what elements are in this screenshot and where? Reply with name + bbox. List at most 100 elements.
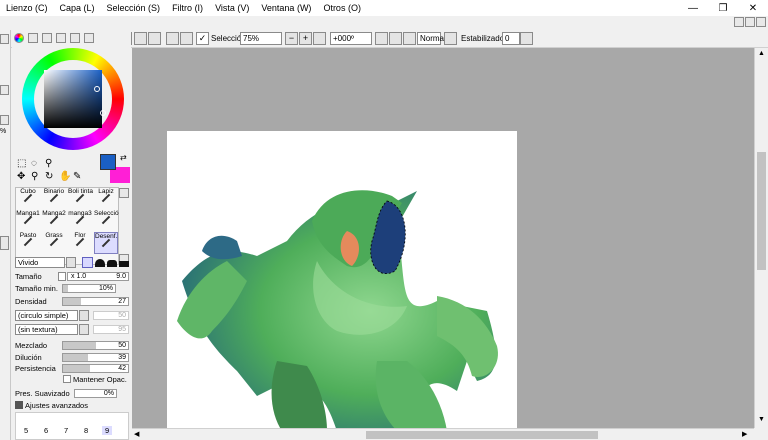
rotate-right-button[interactable] <box>389 32 402 45</box>
brush-boli-tinta[interactable]: Boli tinta <box>68 188 93 210</box>
brush-shape-round-icon[interactable] <box>95 259 105 267</box>
brush-desenf[interactable]: Desenf. <box>94 232 118 254</box>
menu-ventana[interactable]: Ventana (W) <box>255 3 317 13</box>
flip-button[interactable] <box>444 32 457 45</box>
doc-close-icon[interactable] <box>756 17 766 27</box>
vertical-scrollbar[interactable]: ▲ ▼ <box>754 48 768 428</box>
rgb-slider-tab-icon[interactable] <box>28 33 38 43</box>
rotate-tool-icon[interactable]: ↻ <box>45 171 53 182</box>
density-slider[interactable]: 27 <box>62 297 129 306</box>
swatches-tab-icon[interactable] <box>56 33 66 43</box>
size-preset[interactable]: 8 <box>84 426 88 435</box>
min-size-slider[interactable]: 10% <box>62 284 116 293</box>
eyedropper-icon[interactable]: ✎ <box>73 171 81 182</box>
menu-vista[interactable]: Vista (V) <box>209 3 255 13</box>
scroll-down-icon[interactable]: ▼ <box>757 416 766 424</box>
size-preset[interactable]: 5 <box>24 426 28 435</box>
texture-dropdown-icon[interactable] <box>79 324 89 335</box>
shape-strength-slider[interactable]: 50 <box>93 311 129 320</box>
keep-opacity-checkbox[interactable] <box>63 375 71 383</box>
menu-filtro[interactable]: Filtro (I) <box>166 3 209 13</box>
rotate-reset-button[interactable] <box>403 32 416 45</box>
lasso-icon[interactable]: ◌ <box>31 158 37 169</box>
texture-select[interactable]: (sin textura) <box>15 324 78 335</box>
blend-mode-dropdown-icon[interactable] <box>66 257 76 268</box>
brush-binario[interactable]: Binario <box>42 188 66 210</box>
doc-restore-icon[interactable] <box>745 17 755 27</box>
scroll-up-icon[interactable]: ▲ <box>757 50 766 58</box>
canvas-paper[interactable] <box>167 131 517 431</box>
move-icon[interactable]: ✥ <box>17 171 25 182</box>
brush-cubo[interactable]: Cubo <box>16 188 40 210</box>
hand-tool-icon[interactable]: ✋ <box>59 171 71 182</box>
zoom-field[interactable]: 75% <box>240 32 282 45</box>
color-wheel-tab-icon[interactable] <box>14 33 24 43</box>
brush-pasto[interactable]: Pasto <box>16 232 40 254</box>
canvas-area[interactable] <box>132 48 754 431</box>
brush-grid-scroll-up-icon[interactable] <box>119 188 129 198</box>
vertical-scroll-thumb[interactable] <box>757 152 766 270</box>
menu-otros[interactable]: Otros (O) <box>317 3 367 13</box>
dilution-slider[interactable]: 39 <box>62 353 129 362</box>
zoom-reset-button[interactable] <box>313 32 326 45</box>
doc-minimize-icon[interactable] <box>734 17 744 27</box>
blending-slider[interactable]: 50 <box>62 341 129 350</box>
brush-manga3[interactable]: manga3 <box>68 210 92 232</box>
scratchpad-tab-icon[interactable] <box>84 33 94 43</box>
horizontal-scroll-thumb[interactable] <box>366 431 598 439</box>
close-icon[interactable]: ✕ <box>738 3 768 14</box>
brush-lapiz[interactable]: Lapiz <box>94 188 118 210</box>
rotation-field[interactable]: +000º <box>330 32 372 45</box>
rotate-left-button[interactable] <box>375 32 388 45</box>
shape-select[interactable]: (circulo simple) <box>15 310 78 321</box>
size-preset-selected[interactable]: 9 <box>102 426 113 435</box>
stabilizer-dropdown-icon[interactable] <box>520 32 533 45</box>
magic-wand-icon[interactable]: ⚲ <box>45 158 52 169</box>
horizontal-scrollbar[interactable]: ◀ ▶ <box>132 428 754 440</box>
show-selection-button[interactable] <box>180 32 193 45</box>
blend-mode-field[interactable]: Normal <box>417 32 446 45</box>
deselect-button[interactable] <box>134 32 147 45</box>
menu-lienzo[interactable]: Lienzo (C) <box>0 3 54 13</box>
strip-button-1[interactable] <box>0 34 9 44</box>
shape-dropdown-icon[interactable] <box>79 310 89 321</box>
brush-seleccion[interactable]: Selecció <box>94 210 119 232</box>
menu-seleccion[interactable]: Selección (S) <box>101 3 167 13</box>
texture-strength-slider[interactable]: 95 <box>93 325 129 334</box>
brush-shape-square-icon[interactable] <box>119 261 129 267</box>
smoothing-slider[interactable]: 0% <box>74 389 117 398</box>
brush-flor[interactable]: Flor <box>68 232 92 254</box>
size-preset[interactable]: 7 <box>64 426 68 435</box>
brush-shape-sharp-icon[interactable] <box>82 257 93 268</box>
size-multiplier-checkbox[interactable] <box>58 272 66 281</box>
size-slider[interactable]: x 1.0 9.0 <box>67 272 129 281</box>
hue-marker-icon[interactable] <box>100 110 106 116</box>
size-preset[interactable]: 6 <box>44 426 48 435</box>
menu-capa[interactable]: Capa (L) <box>54 3 101 13</box>
brush-shape-flat-icon[interactable] <box>107 260 117 267</box>
blend-mode-select[interactable]: Vivido <box>15 257 65 268</box>
primary-color-swatch[interactable] <box>100 154 116 170</box>
zoom-tool-icon[interactable]: ⚲ <box>31 171 38 182</box>
invert-selection-button[interactable] <box>166 32 179 45</box>
brush-grass[interactable]: Grass <box>42 232 66 254</box>
minimize-icon[interactable]: — <box>678 3 708 14</box>
selection-checkbox[interactable]: ✓ <box>196 32 209 45</box>
color-picker-marker-icon[interactable] <box>94 86 100 92</box>
advanced-settings-toggle-icon[interactable] <box>15 401 23 409</box>
hue-ring[interactable] <box>22 48 124 150</box>
persistence-slider[interactable]: 42 <box>62 364 129 373</box>
zoom-out-button[interactable]: − <box>285 32 298 45</box>
palette-tab-icon[interactable] <box>70 33 80 43</box>
scroll-right-icon[interactable]: ▶ <box>742 430 751 439</box>
strip-button-3[interactable] <box>0 115 9 125</box>
restore-icon[interactable]: ❐ <box>708 3 738 14</box>
strip-button-4[interactable] <box>0 236 9 250</box>
swap-colors-icon[interactable]: ⇄ <box>120 153 127 162</box>
strip-button-2[interactable] <box>0 85 9 95</box>
stabilizer-field[interactable]: 0 <box>502 32 520 45</box>
scroll-left-icon[interactable]: ◀ <box>134 430 143 439</box>
brush-manga2[interactable]: Manga2 <box>42 210 66 232</box>
hsv-slider-tab-icon[interactable] <box>42 33 52 43</box>
brush-manga1[interactable]: Manga1 <box>16 210 40 232</box>
